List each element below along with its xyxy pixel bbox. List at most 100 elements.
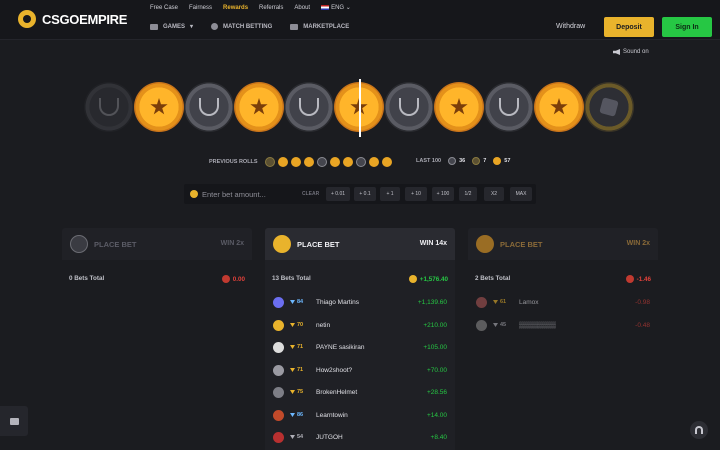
avatar (476, 296, 487, 308)
last-100-stats: LAST 100 36 7 57 (416, 157, 514, 165)
withdraw-link[interactable]: Withdraw (556, 23, 585, 30)
max-button[interactable]: MAX (510, 187, 532, 201)
username: JUTGOH (316, 433, 343, 441)
bet-amount: -0.48 (635, 321, 650, 329)
add-0.1-button[interactable]: + 0.1 (354, 187, 376, 201)
t-place-bet-label: PLACE BET (500, 239, 543, 249)
bet-row: 71 PAYNE sasikiran +105.00 (265, 340, 455, 354)
marketplace-link[interactable]: MARKETPLACE (290, 23, 350, 30)
language-selector[interactable]: ENG ⌄ (321, 4, 351, 11)
language-label: ENG (331, 5, 345, 11)
add-1-button[interactable]: + 1 (380, 187, 400, 201)
username: Learntowin (316, 411, 348, 419)
bonus-bets-list: 13 Bets Total +1,576.40 84 Thiago Martin… (265, 260, 455, 450)
bonus-place-bet-button[interactable]: PLACE BET WIN 14x (265, 228, 455, 260)
half-button[interactable]: 1/2 (459, 187, 477, 201)
roll-t-icon (290, 157, 301, 167)
fairness-link[interactable]: Fairness (189, 5, 212, 11)
bet-amount: +8.40 (430, 433, 447, 441)
username: PAYNE sasikiran (316, 343, 365, 351)
level-badge: 86 (297, 412, 304, 418)
ct-place-bet-label: PLACE BET (94, 239, 137, 249)
roll-t-icon (368, 157, 379, 167)
roulette-coin-ct (284, 82, 334, 132)
chat-button[interactable] (0, 406, 28, 436)
roll-ct-icon (355, 157, 366, 167)
add-0.01-button[interactable]: + 0.01 (326, 187, 350, 201)
bet-amount: +1,139.60 (417, 298, 447, 306)
roulette-coin-ct (84, 82, 134, 132)
t-icon (450, 98, 468, 115)
last-100-label: LAST 100 (416, 158, 442, 164)
top-links: Free Case Fairness Rewards Referrals Abo… (150, 4, 351, 12)
avatar (476, 319, 487, 331)
sign-in-button[interactable]: Sign In (662, 17, 712, 37)
level-icon (290, 300, 295, 304)
level-icon (290, 435, 295, 439)
ct-bets-total-label: 0 Bets Total (69, 275, 105, 282)
support-button[interactable] (690, 421, 708, 439)
roulette-coin-ct (384, 82, 434, 132)
bet-row: 70 netin +210.00 (265, 318, 455, 332)
username: How2shoot? (316, 366, 353, 374)
avatar (273, 341, 284, 353)
level-badge: 70 (297, 322, 304, 328)
bonus-bet-panel: PLACE BET WIN 14x 13 Bets Total +1,576.4… (265, 228, 455, 450)
chevron-down-icon: ▾ (190, 24, 194, 30)
level-badge: 45 (500, 322, 507, 328)
previous-rolls: PREVIOUS ROLLS (209, 157, 392, 167)
t-place-bet-button[interactable]: PLACE BET WIN 2x (468, 228, 658, 260)
sound-toggle[interactable]: Sound on (613, 49, 649, 55)
ct-icon (299, 98, 319, 116)
ct-bet-panel: PLACE BET WIN 2x 0 Bets Total 0.00 (62, 228, 252, 450)
level-badge: 84 (297, 299, 304, 305)
level-badge: 71 (297, 367, 304, 373)
main-nav: GAMES ▾ MATCH BETTING MARKETPLACE (150, 23, 349, 30)
add-100-button[interactable]: + 100 (432, 187, 454, 201)
coin-icon (408, 275, 417, 283)
gamepad-icon (150, 23, 158, 30)
t-count: 57 (504, 158, 511, 164)
ct-count: 36 (459, 158, 466, 164)
roulette-marker (359, 79, 361, 137)
marketplace-label: MARKETPLACE (303, 23, 350, 30)
clear-button[interactable]: CLEAR (302, 191, 319, 197)
roulette-coin-t (534, 82, 584, 132)
level-icon (290, 368, 295, 372)
about-link[interactable]: About (294, 5, 310, 11)
sound-label: Sound on (623, 49, 649, 55)
double-button[interactable]: X2 (484, 187, 504, 201)
dice-icon (599, 97, 619, 117)
roulette-coin-ct (184, 82, 234, 132)
free-case-link[interactable]: Free Case (150, 5, 178, 11)
t-coin-icon (476, 235, 494, 253)
bet-amount: +28.56 (426, 388, 447, 396)
brand-logo[interactable]: CSGOEMPIRE (18, 10, 127, 28)
bet-amount-input[interactable] (202, 188, 298, 200)
bet-amount: +70.00 (426, 366, 447, 374)
t-count-icon (493, 157, 502, 165)
previous-rolls-label: PREVIOUS ROLLS (209, 159, 258, 165)
roulette-coin-t (234, 82, 284, 132)
bet-row: 45 ▒▒▒▒▒▒▒▒ -0.48 (468, 318, 658, 332)
bonus-count-icon (472, 157, 481, 165)
match-betting-link[interactable]: MATCH BETTING (211, 23, 272, 30)
bonus-total-amount: +1,576.40 (419, 275, 448, 283)
level-badge: 71 (297, 344, 304, 350)
games-menu[interactable]: GAMES ▾ (150, 23, 193, 30)
add-10-button[interactable]: + 10 (405, 187, 427, 201)
ct-count-icon (448, 157, 457, 165)
referrals-link[interactable]: Referrals (259, 5, 283, 11)
brand-name: CSGOEMPIRE (42, 11, 128, 27)
coin-icon (221, 275, 230, 283)
deposit-button[interactable]: Deposit (604, 17, 654, 37)
level-badge: 75 (297, 389, 304, 395)
level-badge: 61 (500, 299, 507, 305)
roll-bonus-icon (264, 157, 275, 167)
bet-amount: +210.00 (423, 321, 447, 329)
bet-row: 75 BrokenHelmet +28.56 (265, 385, 455, 399)
ct-coin-icon (70, 235, 88, 253)
username: Thiago Martins (316, 298, 359, 306)
rewards-link[interactable]: Rewards (223, 5, 248, 11)
ct-place-bet-button[interactable]: PLACE BET WIN 2x (62, 228, 252, 260)
